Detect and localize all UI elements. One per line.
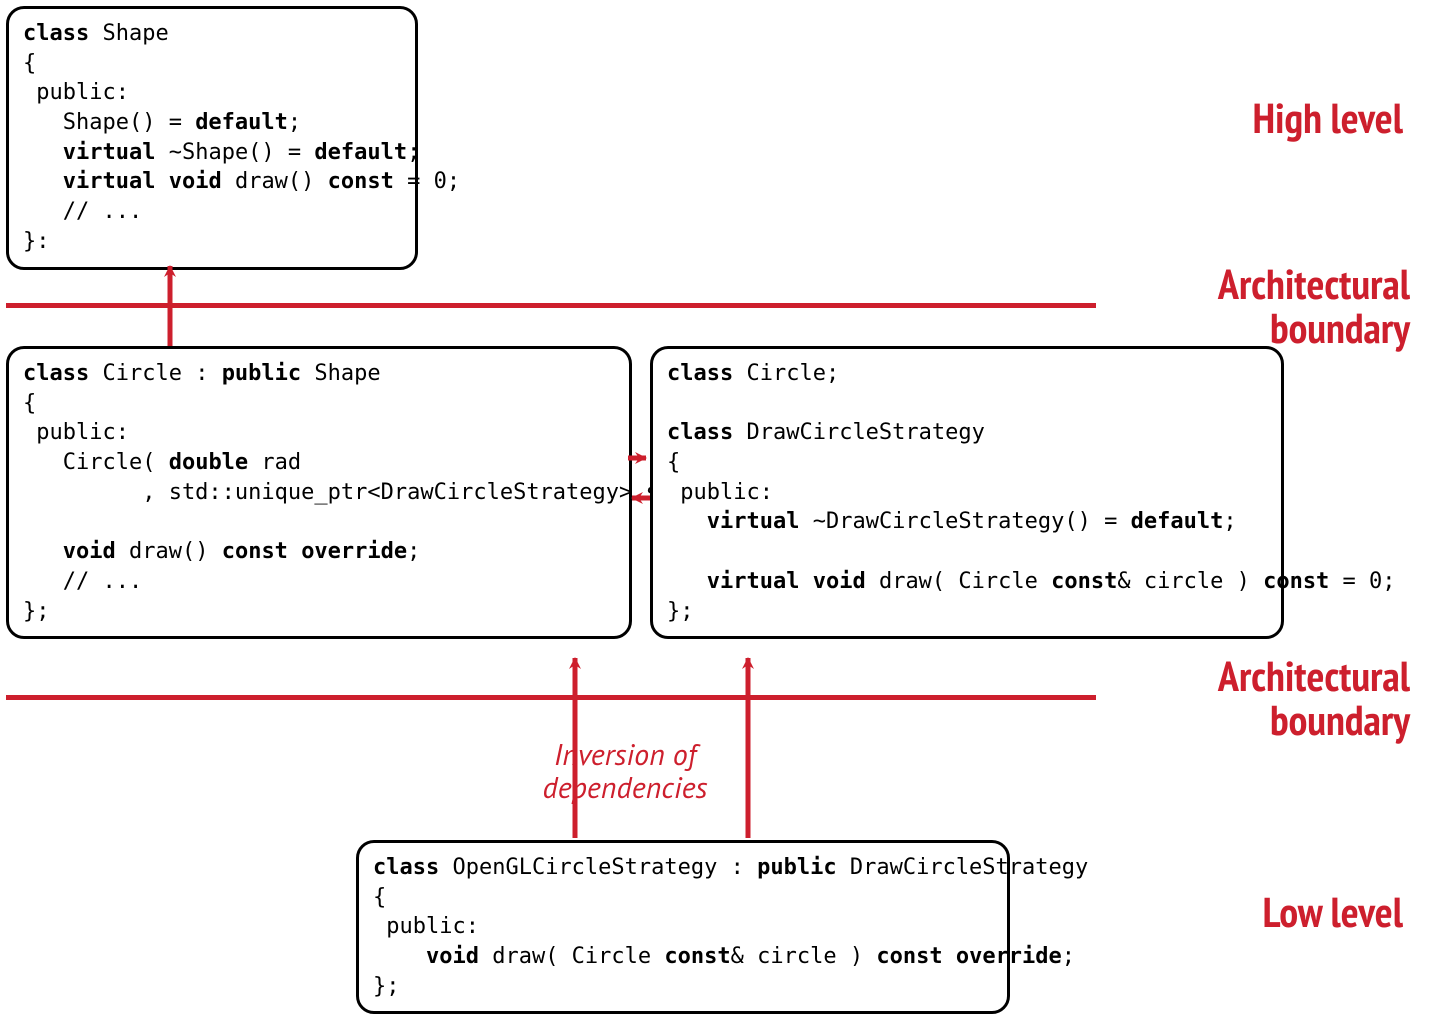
boundary-line-lower [6, 695, 1096, 700]
code-box-shape: class Shape { public: Shape() = default;… [6, 6, 418, 270]
code-box-circle: class Circle : public Shape { public: Ci… [6, 346, 632, 639]
label-inversion: Inversion of dependencies [540, 738, 710, 804]
label-arch-boundary-2: Architectural boundary [1110, 654, 1410, 742]
label-arch-boundary-1: Architectural boundary [1110, 262, 1410, 350]
code-box-opengl: class OpenGLCircleStrategy : public Draw… [356, 840, 1010, 1014]
boundary-line-upper [6, 303, 1096, 308]
code-box-strategy: class Circle; class DrawCircleStrategy {… [650, 346, 1284, 639]
label-low-level: Low level [1263, 890, 1403, 934]
label-high-level: High level [1253, 96, 1403, 140]
